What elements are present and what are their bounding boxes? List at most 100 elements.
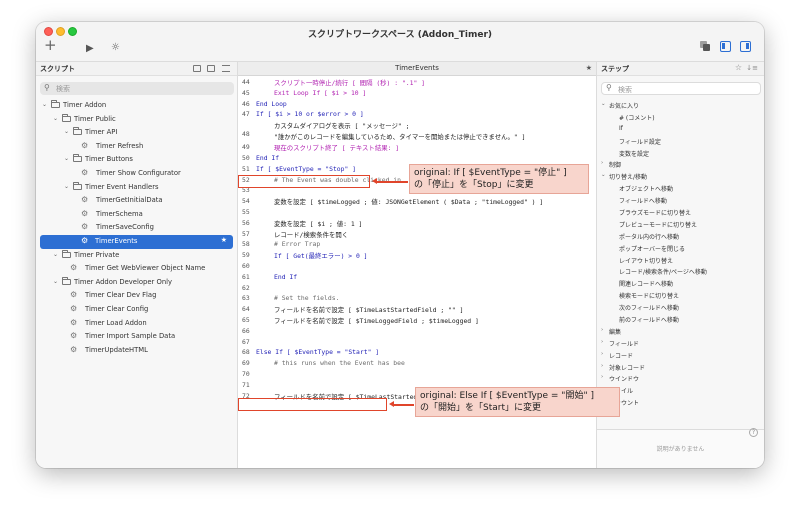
code-line[interactable]: 70: [238, 368, 596, 379]
chevron-down-icon[interactable]: ⌄: [53, 278, 58, 285]
script-folder[interactable]: ⌄ Timer Buttons: [36, 153, 237, 167]
step-item[interactable]: ブラウズモードに切り替え: [597, 206, 764, 218]
chevron-down-icon[interactable]: ⌄: [64, 128, 69, 135]
step-category[interactable]: › ウインドウ: [597, 372, 764, 384]
step-category[interactable]: › レコード: [597, 349, 764, 361]
favorite-star-icon[interactable]: ★: [586, 64, 592, 72]
code-line[interactable]: 56 変数を設定 [ $i ; 値: 1 ]: [238, 217, 596, 228]
script-folder[interactable]: ⌄ Timer API: [36, 126, 237, 140]
toggle-right-panel-icon[interactable]: [740, 41, 751, 52]
step-item[interactable]: フィールド設定: [597, 135, 764, 147]
new-script-icon[interactable]: +: [44, 38, 57, 53]
code-line[interactable]: 59 If [ Get(最終エラー) > 0 ]: [238, 249, 596, 260]
code-line[interactable]: 54 変数を設定 [ $timeLogged ; 値: JSONGetElemen…: [238, 195, 596, 206]
code-line[interactable]: 58 # Error Trap: [238, 238, 596, 249]
script-item[interactable]: ⚙ TimerSchema: [36, 208, 237, 222]
script-folder[interactable]: ⌄ Timer Public: [36, 113, 237, 127]
chevron-down-icon[interactable]: ⌄: [64, 183, 69, 190]
script-folder[interactable]: ⌄ Timer Addon: [36, 99, 237, 113]
script-item[interactable]: ⚙ Timer Import Sample Data: [36, 330, 237, 344]
code-line[interactable]: 48 カスタムダイアログを表示 [ "メッセージ" ; "誰かがこのレコードを編集し…: [238, 119, 596, 141]
code-line[interactable]: 50 End If: [238, 152, 596, 163]
script-item[interactable]: ⚙ TimerSaveConfig: [36, 221, 237, 235]
chevron-right-icon[interactable]: ›: [601, 339, 603, 345]
code-line[interactable]: 49 現在のスクリプト終了 [ テキスト結果: ]: [238, 141, 596, 152]
script-folder[interactable]: ⌄ Timer Private: [36, 249, 237, 263]
debug-script-icon[interactable]: ☼: [111, 42, 120, 54]
step-item[interactable]: If: [597, 123, 764, 135]
toggle-left-panel-icon[interactable]: [720, 41, 731, 52]
step-item[interactable]: レコード/検索条件/ページへ移動: [597, 265, 764, 277]
chevron-right-icon[interactable]: ›: [601, 363, 603, 369]
step-item[interactable]: 前のフィールドへ移動: [597, 313, 764, 325]
new-script-panel-icon[interactable]: [207, 65, 215, 72]
step-item[interactable]: オブジェクトへ移動: [597, 182, 764, 194]
code-line[interactable]: 47 If [ $i > 10 or $error > 0 ]: [238, 108, 596, 119]
script-item[interactable]: ⚙ Timer Refresh: [36, 140, 237, 154]
code-line[interactable]: 62: [238, 282, 596, 293]
chevron-right-icon[interactable]: ›: [601, 160, 603, 166]
chevron-down-icon[interactable]: ⌄: [64, 155, 69, 162]
script-item[interactable]: ⚙ TimerEvents ★: [40, 234, 233, 249]
step-category[interactable]: ⌄ 切り替え/移動: [597, 170, 764, 182]
code-line[interactable]: 69 # this runs when the Event has bee: [238, 357, 596, 368]
step-item[interactable]: 関連レコードへ移動: [597, 277, 764, 289]
step-category[interactable]: ›アカウント: [597, 396, 764, 408]
code-line[interactable]: 67: [238, 336, 596, 347]
scripts-search-input[interactable]: ⚲ 検索: [40, 82, 234, 95]
step-item[interactable]: フィールドへ移動: [597, 194, 764, 206]
script-item[interactable]: ⚙ Timer Clear Config: [36, 303, 237, 317]
code-line[interactable]: 64 フィールドを名前で設定 [ $TimeLastStartedField ; …: [238, 303, 596, 314]
step-category[interactable]: › 編集: [597, 325, 764, 337]
code-line[interactable]: 66: [238, 325, 596, 336]
chevron-right-icon[interactable]: ›: [601, 351, 603, 357]
script-folder[interactable]: ⌄ Timer Event Handlers: [36, 181, 237, 195]
code-line[interactable]: 60: [238, 260, 596, 271]
script-folder[interactable]: ⌄ Timer Addon Developer Only: [36, 276, 237, 290]
chevron-down-icon[interactable]: ⌄: [601, 172, 606, 178]
chevron-right-icon[interactable]: ›: [601, 374, 603, 380]
chevron-down-icon[interactable]: ⌄: [42, 101, 47, 108]
chevron-down-icon[interactable]: ⌄: [601, 101, 606, 107]
step-category[interactable]: › 制御: [597, 158, 764, 170]
favorite-star-icon[interactable]: ★: [221, 236, 227, 244]
code-line[interactable]: 61 End If: [238, 271, 596, 282]
code-line[interactable]: 45 Exit Loop If [ $i > 10 ]: [238, 87, 596, 98]
script-item[interactable]: ⚙ Timer Get WebViewer Object Name: [36, 262, 237, 276]
new-folder-icon[interactable]: [193, 65, 201, 72]
code-line[interactable]: 57 レコード/検索条件を開く: [238, 228, 596, 239]
code-line[interactable]: 55: [238, 206, 596, 217]
code-line[interactable]: 44 スクリプト一時停止/続行 [ 間隔 (秒) : ".1" ]: [238, 76, 596, 87]
script-item[interactable]: ⚙ TimerUpdateHTML: [36, 344, 237, 358]
step-item[interactable]: プレビューモードに切り替え: [597, 218, 764, 230]
step-item[interactable]: 変数を設定: [597, 147, 764, 159]
step-category[interactable]: › フィールド: [597, 337, 764, 349]
step-item[interactable]: ポータル内の行へ移動: [597, 230, 764, 242]
step-category[interactable]: › 対象レコード: [597, 361, 764, 373]
script-item[interactable]: ⚙ Timer Load Addon: [36, 317, 237, 331]
code-line[interactable]: 63 # Set the fields.: [238, 292, 596, 303]
code-line[interactable]: 68 Else If [ $EventType = "Start" ]: [238, 346, 596, 357]
chevron-down-icon[interactable]: ⌄: [53, 251, 58, 258]
step-category[interactable]: ⌄ お気に入り: [597, 99, 764, 111]
help-icon[interactable]: ?: [749, 428, 758, 437]
code-line[interactable]: 65 フィールドを名前で設定 [ $TimeLoggedField ; $time…: [238, 314, 596, 325]
script-item[interactable]: ⚙ Timer Show Configurator: [36, 167, 237, 181]
script-item[interactable]: ⚙ TimerGetInitialData: [36, 194, 237, 208]
step-item[interactable]: ポップオーバーを閉じる: [597, 242, 764, 254]
chevron-down-icon[interactable]: ⌄: [53, 115, 58, 122]
run-script-icon[interactable]: ▶: [86, 43, 94, 55]
steps-search-input[interactable]: ⚲ 検索: [601, 82, 761, 95]
list-options-icon[interactable]: [222, 65, 230, 72]
step-item[interactable]: 検索モードに切り替え: [597, 289, 764, 301]
chevron-right-icon[interactable]: ›: [601, 327, 603, 333]
code-line[interactable]: 46 End Loop: [238, 98, 596, 109]
stacked-windows-icon[interactable]: [700, 41, 711, 52]
step-item[interactable]: 次のフィールドへ移動: [597, 301, 764, 313]
step-item[interactable]: レイアウト切り替え: [597, 254, 764, 266]
script-item[interactable]: ⚙ Timer Clear Dev Flag: [36, 289, 237, 303]
favorites-star-icon[interactable]: ☆: [735, 63, 742, 72]
step-item[interactable]: # (コメント): [597, 111, 764, 123]
editor-tab[interactable]: TimerEvents ★: [238, 62, 596, 76]
sort-icon[interactable]: ↓≡: [746, 64, 758, 72]
